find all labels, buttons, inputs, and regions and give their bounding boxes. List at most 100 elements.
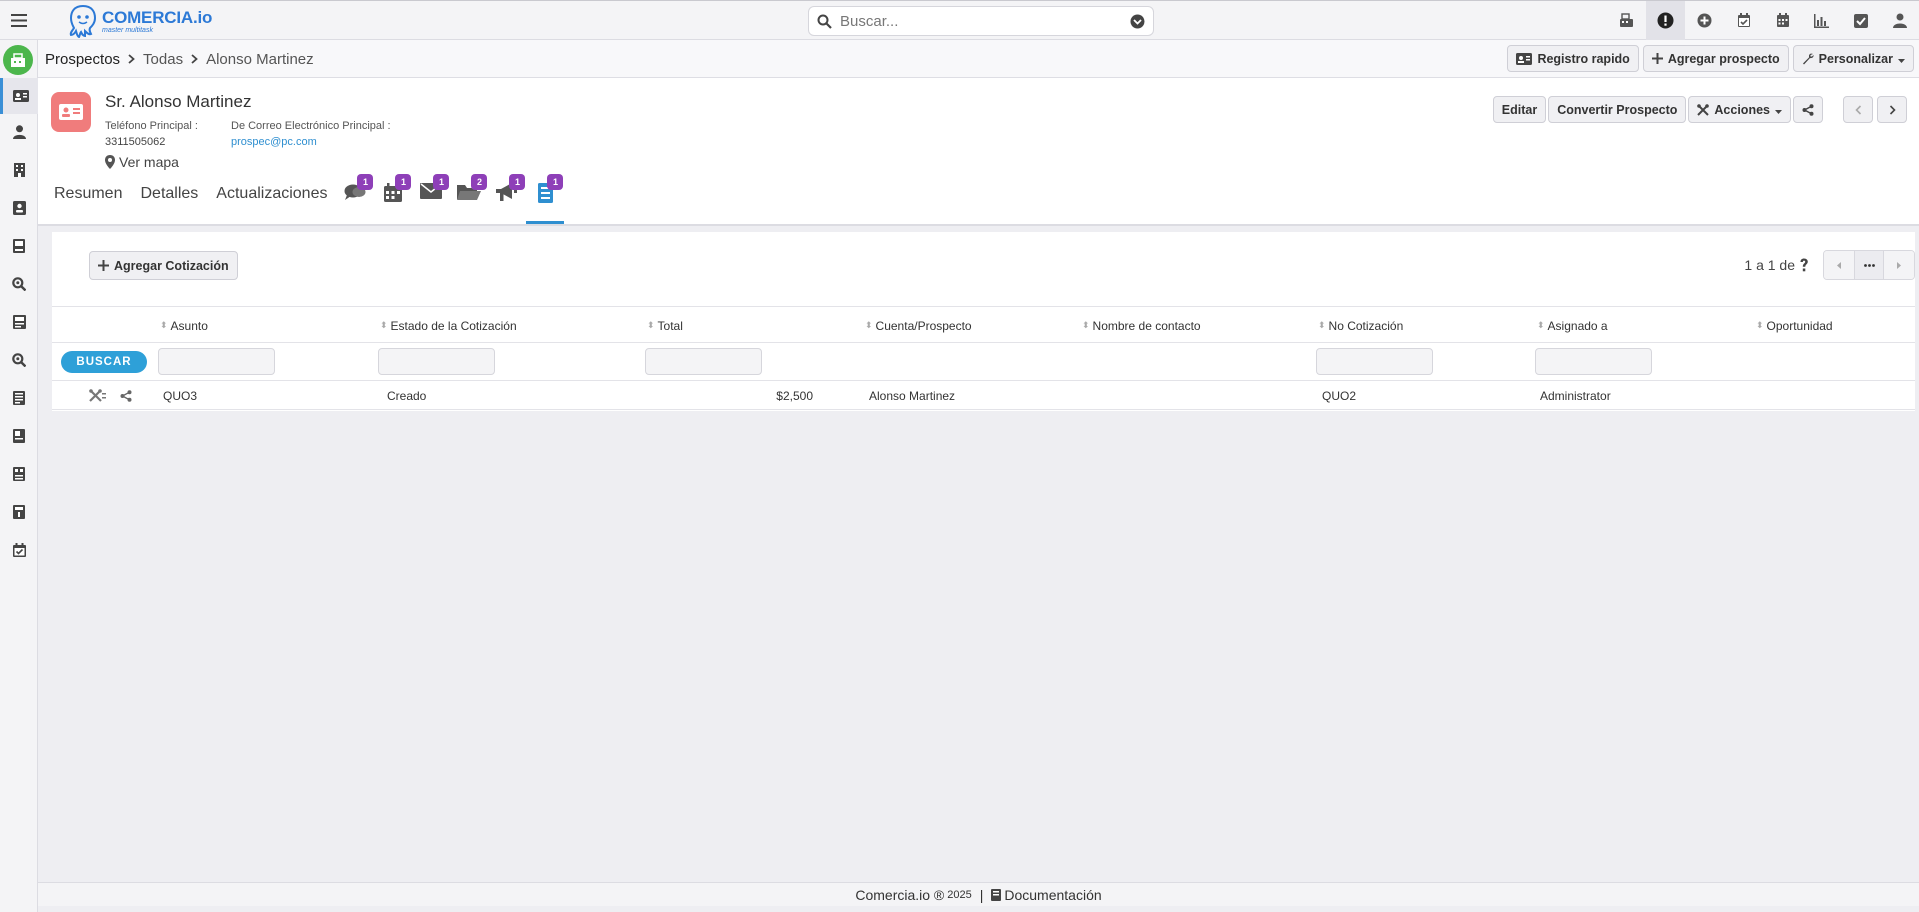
checkbox-icon[interactable]	[1841, 1, 1880, 40]
actions-dropdown[interactable]: Acciones	[1688, 96, 1791, 123]
customize-button[interactable]: Personalizar	[1792, 45, 1914, 72]
tab-emails[interactable]: 1	[412, 174, 450, 224]
breadcrumb: Prospectos Todas Alonso Martinez	[45, 40, 314, 78]
chart-icon[interactable]	[1802, 1, 1841, 40]
tab-campaigns[interactable]: 1	[488, 174, 526, 224]
phone-value: 3311505062	[105, 136, 166, 148]
email-field: De Correo Electrónico Principal : prospe…	[231, 118, 391, 150]
column-account[interactable]: ⬍ Cuenta/Prospecto	[865, 307, 972, 344]
tab-events[interactable]: 1	[374, 174, 412, 224]
footer-year: 2025	[947, 888, 972, 901]
tab-summary[interactable]: Resumen	[46, 182, 131, 206]
alert-icon[interactable]	[1646, 1, 1685, 40]
add-quote-button[interactable]: Agregar Cotización	[89, 251, 238, 280]
filter-search-button[interactable]: BUSCAR	[61, 351, 147, 373]
sidebar-item-catalog[interactable]	[0, 228, 38, 264]
magnifier-icon	[12, 353, 26, 367]
pager-prev-button[interactable]	[1824, 251, 1854, 279]
filter-status-input[interactable]	[378, 348, 495, 375]
quick-register-button[interactable]: Registro rapido	[1507, 45, 1639, 72]
pager-buttons	[1823, 250, 1915, 280]
table-row[interactable]: QUO3 Creado $2,500 Alonso Martinez QUO2 …	[52, 381, 1915, 410]
column-quote-number[interactable]: ⬍ No Cotización	[1318, 307, 1403, 344]
previous-record-button[interactable]	[1843, 96, 1873, 123]
sidebar-item-orders[interactable]	[0, 418, 38, 454]
id-card-icon	[1516, 52, 1533, 65]
tab-updates[interactable]: Actualizaciones	[207, 182, 336, 206]
search-icon[interactable]	[817, 14, 832, 29]
documentation-link[interactable]: Documentación	[1004, 887, 1101, 903]
filter-subject-input[interactable]	[158, 348, 275, 375]
column-subject[interactable]: ⬍ Asunto	[160, 307, 208, 344]
column-status[interactable]: ⬍ Estado de la Cotización	[380, 307, 517, 344]
register-icon[interactable]	[1607, 1, 1646, 40]
user-icon[interactable]	[1880, 1, 1919, 40]
cell-subject[interactable]: QUO3	[163, 381, 197, 410]
email-link[interactable]: prospec@pc.com	[231, 134, 391, 150]
breadcrumb-module[interactable]: Prospectos	[45, 51, 120, 68]
documents-badge: 2	[471, 174, 488, 190]
cell-account[interactable]: Alonso Martinez	[869, 381, 955, 410]
row-share-icon[interactable]	[120, 381, 132, 410]
sidebar-item-organizations[interactable]	[0, 152, 38, 188]
record-actions: Editar Convertir Prospecto Acciones	[1492, 96, 1823, 123]
plus-circle-icon[interactable]	[1685, 1, 1724, 40]
book-icon	[991, 888, 1002, 901]
breadcrumb-list[interactable]: Todas	[143, 51, 183, 68]
sidebar-item-purchases[interactable]	[0, 456, 38, 492]
footer-divider: |	[979, 886, 984, 903]
pager-more-button[interactable]	[1854, 251, 1884, 279]
column-contact[interactable]: ⬍ Nombre de contacto	[1082, 307, 1201, 344]
sort-icon: ⬍	[160, 320, 168, 330]
search-input[interactable]	[840, 12, 1130, 30]
column-assigned[interactable]: ⬍ Asignado a	[1537, 307, 1608, 344]
map-link[interactable]: Ver mapa	[105, 154, 179, 170]
brand-name: COMERCIA.io	[102, 7, 213, 27]
help-icon[interactable]	[1799, 258, 1809, 272]
caret-left-icon	[1837, 261, 1841, 269]
caret-down-icon	[1898, 52, 1905, 66]
sort-icon: ⬍	[865, 320, 873, 330]
quotes-panel: Agregar Cotización 1 a 1 de ⬍ Asunto ⬍ Est…	[52, 232, 1915, 411]
tab-comments[interactable]: 1	[336, 174, 374, 224]
top-toolbar	[1607, 1, 1919, 40]
convert-prospect-button[interactable]: Convertir Prospecto	[1548, 96, 1687, 123]
filter-assigned-input[interactable]	[1535, 348, 1652, 375]
home-icon[interactable]	[3, 45, 33, 75]
sidebar-item-tasks[interactable]	[0, 532, 38, 568]
filter-total-input[interactable]	[645, 348, 762, 375]
add-prospect-button[interactable]: Agregar prospecto	[1642, 45, 1789, 72]
pager-next-button[interactable]	[1884, 251, 1914, 279]
sidebar-item-find[interactable]	[0, 342, 38, 378]
phone-label: Teléfono Principal :	[105, 120, 198, 132]
campaigns-badge: 1	[509, 174, 526, 190]
edit-button[interactable]: Editar	[1492, 96, 1547, 123]
sidebar-item-contact-book[interactable]	[0, 190, 38, 226]
sidebar-item-reports[interactable]	[0, 494, 38, 530]
building-icon	[13, 163, 25, 177]
row-tools-icon[interactable]	[89, 381, 107, 410]
column-total[interactable]: ⬍ Total	[647, 307, 683, 344]
filter-quote-number-input[interactable]	[1316, 348, 1433, 375]
purchase-icon	[13, 467, 25, 481]
sort-icon: ⬍	[1082, 320, 1090, 330]
filter-row: BUSCAR	[52, 343, 1915, 381]
sidebar-item-quotes[interactable]	[0, 304, 38, 340]
map-pin-icon	[105, 155, 115, 169]
sidebar-item-search-records[interactable]	[0, 266, 38, 302]
next-record-button[interactable]	[1877, 96, 1907, 123]
chevron-down-circle-icon[interactable]	[1130, 14, 1145, 29]
share-button[interactable]	[1793, 96, 1823, 123]
share-icon	[1802, 103, 1814, 116]
tab-documents[interactable]: 2	[450, 174, 488, 224]
calendar-icon[interactable]	[1763, 1, 1802, 40]
sidebar-item-prospects[interactable]	[0, 78, 38, 114]
tab-quotes[interactable]: 1	[526, 174, 565, 224]
tab-details[interactable]: Detalles	[131, 182, 207, 206]
menu-icon[interactable]	[0, 1, 38, 40]
brand-logo[interactable]: COMERCIA.io master multitask	[68, 3, 212, 39]
column-opportunity[interactable]: ⬍ Oportunidad	[1756, 307, 1833, 344]
sidebar-item-invoices[interactable]	[0, 380, 38, 416]
calendar-check-icon[interactable]	[1724, 1, 1763, 40]
sidebar-item-contacts[interactable]	[0, 114, 38, 150]
